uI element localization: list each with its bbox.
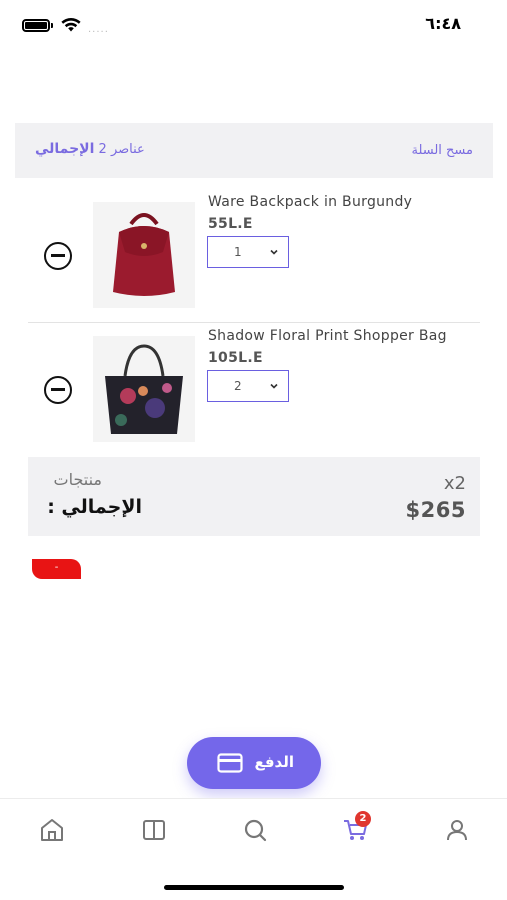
order-summary: منتجات الإجمالي : x2 $265 — [28, 457, 480, 536]
summary-quantity: x2 — [443, 473, 466, 494]
total-word: الإجمالي — [35, 141, 95, 157]
quantity-select[interactable]: 1 — [207, 236, 289, 268]
total-amount: $265 — [405, 498, 466, 522]
checkout-button[interactable]: الدفع — [187, 737, 321, 789]
promo-badge: - — [32, 559, 81, 579]
remove-item-button[interactable] — [44, 242, 72, 270]
product-price: 105L.E — [208, 350, 263, 366]
tab-cart[interactable]: 2 — [343, 811, 371, 843]
product-name: Shadow Floral Print Shopper Bag — [208, 328, 447, 344]
home-icon[interactable] — [39, 817, 65, 843]
signal-dots: ..... — [88, 24, 109, 35]
chevron-down-icon — [270, 249, 278, 255]
book-icon[interactable] — [141, 817, 167, 843]
quantity-value: 2 — [234, 379, 242, 393]
remove-item-button[interactable] — [44, 376, 72, 404]
search-icon[interactable] — [242, 817, 268, 843]
quantity-value: 1 — [234, 245, 242, 259]
user-icon[interactable] — [444, 817, 470, 843]
items-count: عناصر 2 الإجمالي — [35, 141, 145, 157]
cart-item: Shadow Floral Print Shopper Bag 105L.E 2 — [28, 328, 493, 450]
quantity-select[interactable]: 2 — [207, 370, 289, 402]
bottom-nav: 2 — [0, 798, 507, 900]
checkout-label: الدفع — [254, 753, 294, 771]
product-price: 55L.E — [208, 216, 253, 232]
products-label: منتجات — [53, 470, 103, 489]
product-image-shopper-bag — [93, 336, 195, 442]
status-bar: ..... ٦:٤٨ — [0, 0, 507, 50]
product-name: Ware Backpack in Burgundy — [208, 194, 413, 210]
battery-icon — [22, 19, 53, 32]
clear-cart-button[interactable]: مسح السلة — [411, 143, 473, 158]
chevron-down-icon — [270, 383, 278, 389]
cart-count-badge: 2 — [355, 811, 371, 827]
credit-card-icon — [217, 753, 243, 773]
product-image-backpack — [93, 202, 195, 308]
total-label: الإجمالي : — [47, 496, 142, 518]
items-count-text: عناصر 2 — [98, 142, 145, 157]
cart-header: مسح السلة عناصر 2 الإجمالي — [15, 123, 493, 178]
home-indicator — [164, 885, 344, 890]
status-time: ٦:٤٨ — [425, 14, 461, 33]
wifi-icon — [61, 17, 81, 32]
cart-item: Ware Backpack in Burgundy 55L.E 1 — [28, 194, 493, 316]
divider — [28, 322, 480, 323]
